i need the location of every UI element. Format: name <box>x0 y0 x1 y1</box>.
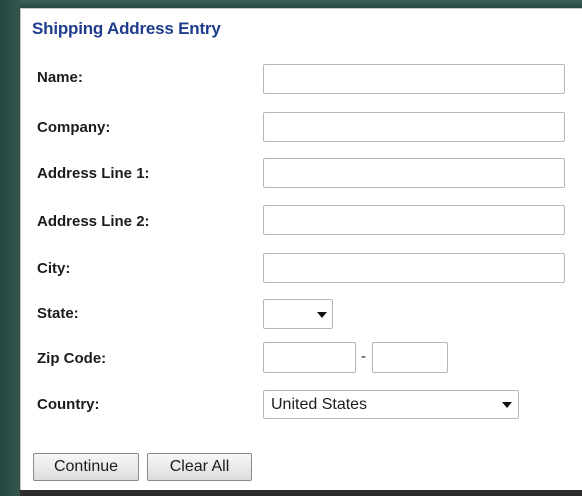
name-field[interactable] <box>263 64 565 94</box>
chevron-down-icon <box>502 402 512 408</box>
zip-code-label: Zip Code: <box>37 350 107 367</box>
form-title: Shipping Address Entry <box>32 19 221 38</box>
city-field[interactable] <box>263 253 565 283</box>
clear-all-button[interactable]: Clear All <box>147 453 252 481</box>
country-selected-value: United States <box>271 396 368 413</box>
city-label: City: <box>37 260 71 277</box>
zip-extension-field[interactable] <box>372 342 448 373</box>
address-line-1-label: Address Line 1: <box>37 165 150 182</box>
address-line-1-field[interactable] <box>263 158 565 188</box>
state-select[interactable] <box>263 299 333 329</box>
chevron-down-icon <box>317 312 327 318</box>
state-label: State: <box>37 305 79 322</box>
name-label: Name: <box>37 69 83 86</box>
window-frame-top <box>0 0 582 8</box>
company-label: Company: <box>37 119 111 136</box>
company-field[interactable] <box>263 112 565 142</box>
shipping-address-form: Shipping Address Entry Name: Company: Ad… <box>20 8 582 492</box>
window-frame-bottom <box>20 490 582 496</box>
zip-separator: - <box>361 348 366 365</box>
country-select[interactable]: United States <box>263 390 519 419</box>
window-frame-left <box>0 0 20 496</box>
country-label: Country: <box>37 396 100 413</box>
address-line-2-label: Address Line 2: <box>37 213 150 230</box>
address-line-2-field[interactable] <box>263 205 565 235</box>
continue-button[interactable]: Continue <box>33 453 139 481</box>
zip-code-field[interactable] <box>263 342 356 373</box>
